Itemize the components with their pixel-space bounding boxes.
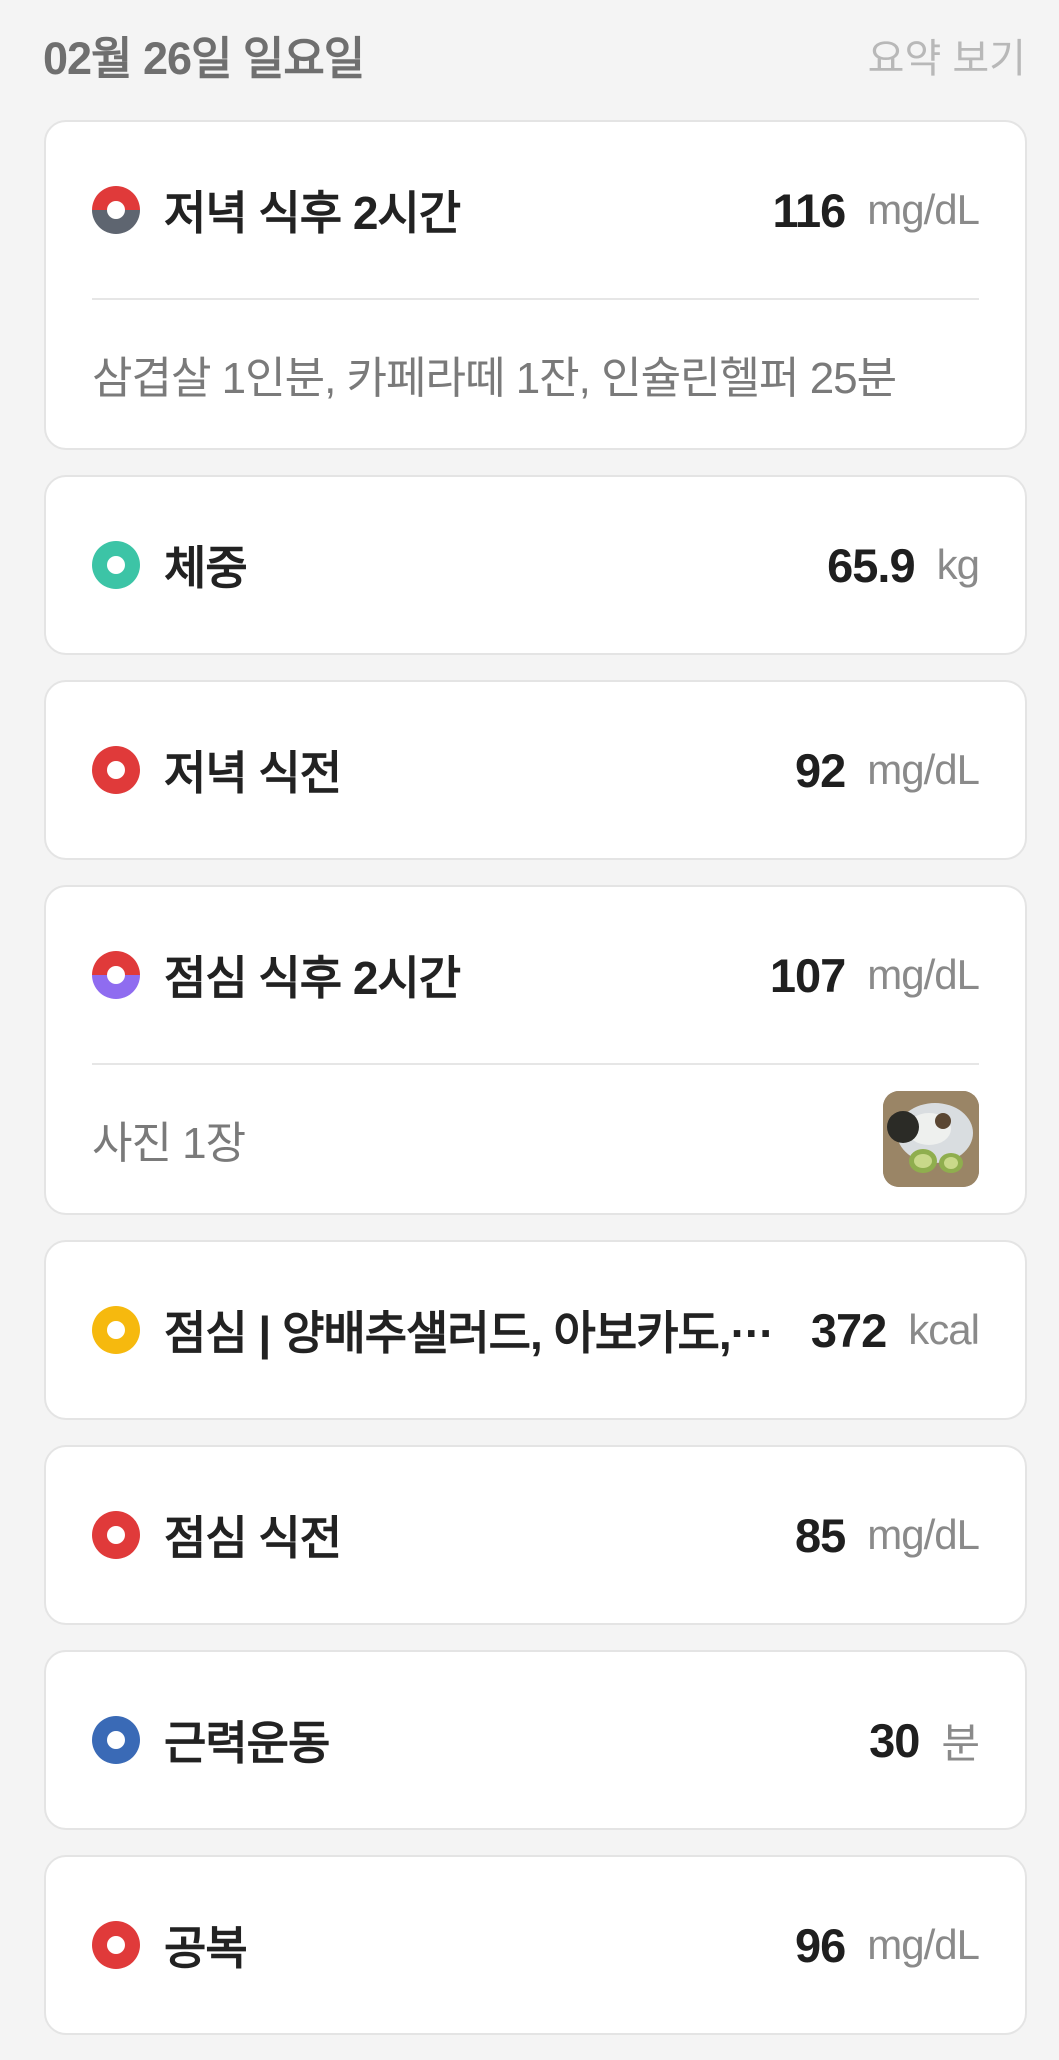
- meal-icon: [92, 1306, 140, 1354]
- glucose-post-meal-icon: [92, 186, 140, 234]
- record-card-lunch-meal[interactable]: 점심 | 양배추샐러드, 아보카도,··· 372 kcal: [44, 1240, 1027, 1420]
- record-unit: mg/dL: [867, 951, 980, 998]
- glucose-post-meal-icon: [92, 951, 140, 999]
- record-card-dinner-pre-meal[interactable]: 저녁 식전 92 mg/dL: [44, 680, 1027, 860]
- glucose-icon: [92, 1511, 140, 1559]
- record-card-lunch-pre-meal[interactable]: 점심 식전 85 mg/dL: [44, 1445, 1027, 1625]
- record-card-strength-exercise[interactable]: 근력운동 30 분: [44, 1650, 1027, 1830]
- glucose-icon: [92, 1921, 140, 1969]
- record-label: 점심 식전: [164, 1512, 342, 1564]
- record-label: 체중: [164, 542, 248, 594]
- meal-photo-thumbnail[interactable]: [883, 1091, 979, 1187]
- record-list: 저녁 식후 2시간 116 mg/dL 삼겹살 1인분, 카페라떼 1잔, 인슐…: [44, 120, 1027, 2060]
- record-unit: mg/dL: [867, 186, 980, 233]
- summary-view-button[interactable]: 요약 보기: [868, 26, 1026, 84]
- record-label: 점심 | 양배추샐러드, 아보카도,···: [164, 1307, 775, 1359]
- date-header: 02월 26일 일요일 요약 보기: [0, 0, 1059, 120]
- record-value: 85: [794, 1508, 846, 1562]
- record-value: 92: [794, 743, 846, 797]
- record-card-lunch-post-meal[interactable]: 점심 식후 2시간 107 mg/dL 사진 1장: [44, 885, 1027, 1215]
- record-unit: kg: [936, 541, 980, 588]
- record-unit: mg/dL: [867, 1511, 980, 1558]
- weight-icon: [92, 541, 140, 589]
- record-unit: 분: [941, 1719, 980, 1767]
- date-title: 02월 26일 일요일: [43, 33, 365, 84]
- record-value: 65.9: [827, 538, 915, 592]
- record-unit: mg/dL: [867, 1921, 980, 1968]
- record-label: 저녁 식전: [164, 747, 342, 799]
- record-detail: 사진 1장: [92, 1119, 246, 1168]
- exercise-icon: [92, 1716, 140, 1764]
- record-value: 107: [769, 948, 846, 1002]
- record-label: 근력운동: [164, 1717, 330, 1769]
- record-card-fasting[interactable]: 공복 96 mg/dL: [44, 1855, 1027, 2035]
- record-label: 공복: [164, 1922, 248, 1974]
- record-card-dinner-post-meal[interactable]: 저녁 식후 2시간 116 mg/dL 삼겹살 1인분, 카페라떼 1잔, 인슐…: [44, 120, 1027, 450]
- record-value: 372: [810, 1303, 887, 1357]
- record-value: 30: [869, 1713, 920, 1767]
- record-label: 점심 식후 2시간: [164, 952, 461, 1004]
- record-detail: 삼겹살 1인분, 카페라떼 1잔, 인슐린헬퍼 25분: [92, 354, 897, 403]
- record-value: 96: [794, 1918, 846, 1972]
- record-unit: kcal: [908, 1306, 980, 1353]
- glucose-icon: [92, 746, 140, 794]
- record-unit: mg/dL: [867, 746, 980, 793]
- record-card-weight[interactable]: 체중 65.9 kg: [44, 475, 1027, 655]
- record-value: 116: [772, 183, 846, 237]
- record-label: 저녁 식후 2시간: [164, 187, 461, 239]
